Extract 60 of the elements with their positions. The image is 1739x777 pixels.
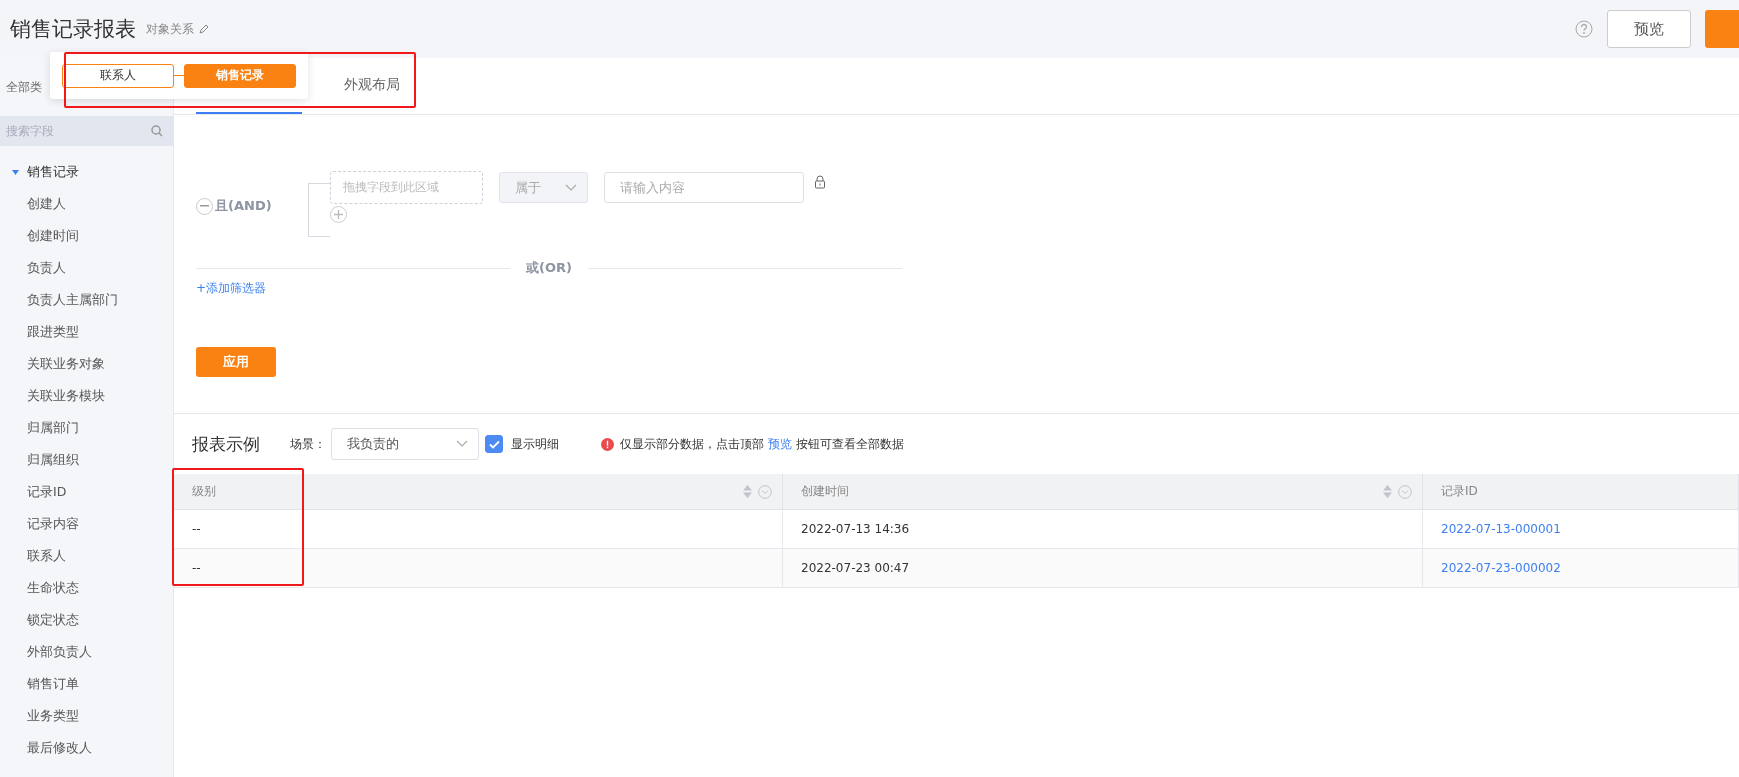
checkbox[interactable]	[485, 435, 503, 453]
caret-icon	[12, 169, 19, 175]
table-cell: 2022-07-23 00:47	[783, 549, 1423, 588]
tree-item[interactable]: 归属部门	[0, 412, 173, 444]
connector-line	[174, 75, 184, 76]
scene-select[interactable]: 我负责的	[331, 428, 479, 460]
sort-icon[interactable]	[743, 485, 752, 498]
dropdown-circle-icon[interactable]	[1398, 484, 1412, 499]
lock-icon[interactable]	[814, 175, 826, 189]
tree-item[interactable]: 归属组织	[0, 444, 173, 476]
sort-icon[interactable]	[1383, 485, 1392, 498]
search-icon	[151, 125, 163, 137]
tree-item[interactable]: 跟进类型	[0, 316, 173, 348]
notice-text: 仅显示部分数据，点击顶部 预览 按钮可查看全部数据	[620, 435, 904, 453]
tree-item[interactable]: 记录内容	[0, 508, 173, 540]
pencil-icon[interactable]	[198, 23, 210, 35]
table-cell: 2022-07-13 14:36	[783, 510, 1423, 549]
bracket-line	[308, 183, 330, 237]
relation-label: 对象关系	[146, 20, 194, 38]
column-header: 创建时间	[783, 474, 1423, 510]
tree-item[interactable]: 记录ID	[0, 476, 173, 508]
scene-label: 场景：	[290, 435, 326, 453]
tree-item[interactable]: 业务类型	[0, 700, 173, 732]
column-header: 记录ID	[1423, 474, 1739, 510]
checkmark-icon	[488, 439, 500, 449]
preview-link[interactable]: 预览	[767, 436, 792, 451]
primary-button[interactable]	[1705, 10, 1739, 48]
tree-item[interactable]: 联系人	[0, 540, 173, 572]
add-filter-link[interactable]: +添加筛选器	[196, 281, 267, 295]
chevron-down-icon	[565, 183, 577, 192]
help-icon[interactable]	[1575, 20, 1593, 38]
tree-item[interactable]: 外部负责人	[0, 636, 173, 668]
value-input[interactable]: 请输入内容	[604, 172, 804, 203]
or-label: 或(OR)	[525, 259, 573, 277]
tree-item[interactable]: 关联业务对象	[0, 348, 173, 380]
tree-item[interactable]: 销售订单	[0, 668, 173, 700]
dropdown-circle-icon[interactable]	[758, 484, 772, 499]
tree-item[interactable]: 最后修改人	[0, 732, 173, 764]
report-title: 报表示例	[192, 432, 260, 456]
and-label: 且(AND)	[215, 197, 272, 215]
preview-button[interactable]: 预览	[1607, 10, 1691, 48]
tree-item[interactable]: 创建时间	[0, 220, 173, 252]
show-detail-label: 显示明细	[511, 435, 559, 453]
relation-node[interactable]: 联系人	[62, 63, 174, 88]
tree-item[interactable]: 锁定状态	[0, 604, 173, 636]
tree-item[interactable]: 关联业务模块	[0, 380, 173, 412]
warning-icon	[601, 437, 614, 451]
tree-item[interactable]: 创建人	[0, 188, 173, 220]
record-id-link[interactable]: 2022-07-13-000001	[1441, 522, 1561, 536]
table-cell: --	[174, 549, 783, 588]
tree-item[interactable]: 销售记录	[0, 156, 173, 188]
chevron-down-icon	[456, 440, 468, 448]
page-title: 销售记录报表	[10, 16, 136, 43]
tree-item[interactable]: 负责人	[0, 252, 173, 284]
tree-item[interactable]: 生命状态	[0, 572, 173, 604]
add-icon[interactable]	[330, 206, 347, 223]
tree-item[interactable]: 负责人主属部门	[0, 284, 173, 316]
record-id-link[interactable]: 2022-07-23-000002	[1441, 561, 1561, 575]
table-cell: --	[174, 510, 783, 549]
type-label: 全部类	[6, 78, 42, 96]
